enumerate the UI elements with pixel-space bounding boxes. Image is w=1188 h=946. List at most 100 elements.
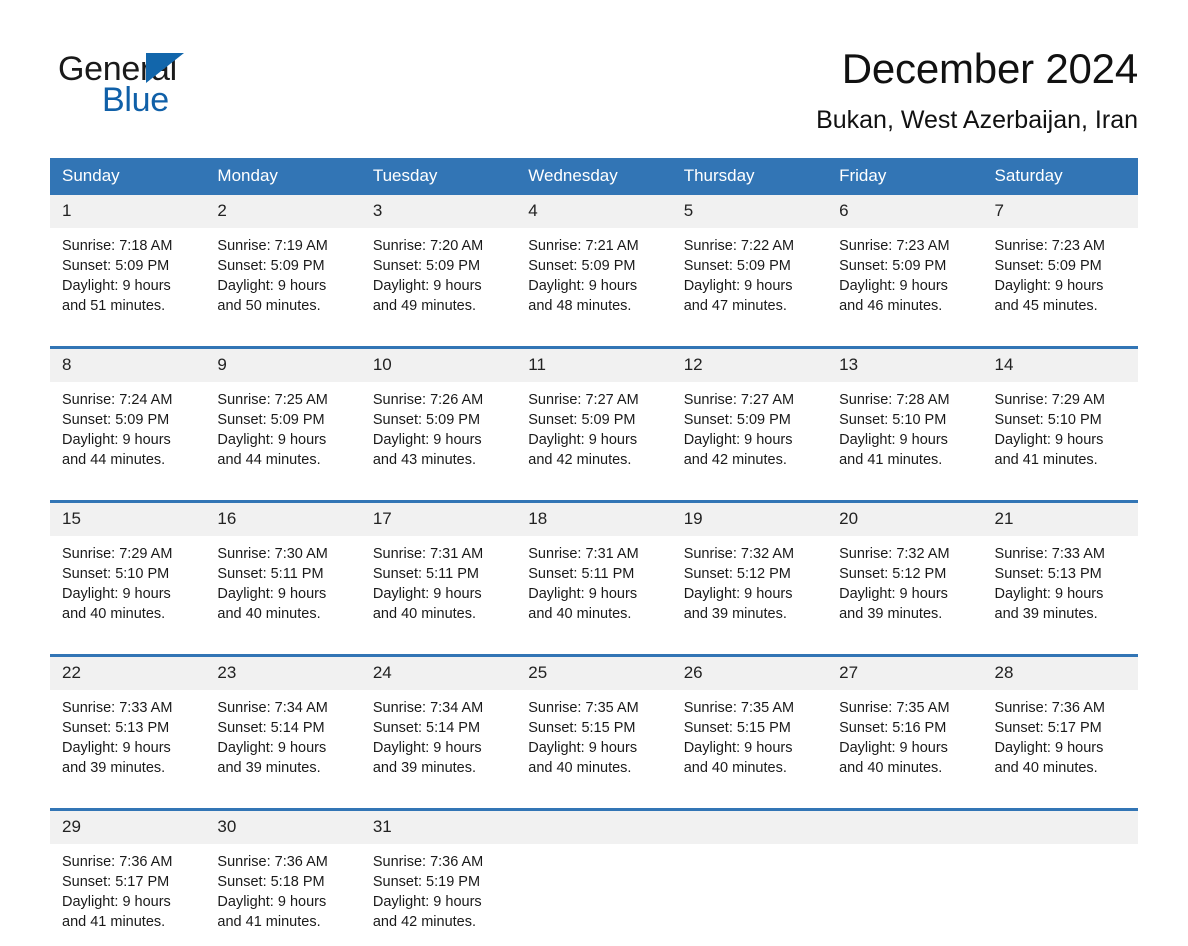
location-subtitle: Bukan, West Azerbaijan, Iran [816,104,1138,136]
calendar-day-cell[interactable]: 15Sunrise: 7:29 AMSunset: 5:10 PMDayligh… [50,502,205,639]
day-number: 4 [516,195,671,228]
calendar-day-cell[interactable]: 20Sunrise: 7:32 AMSunset: 5:12 PMDayligh… [827,502,982,639]
sunrise-text: Sunrise: 7:25 AM [217,390,350,410]
calendar-day-cell[interactable]: 21Sunrise: 7:33 AMSunset: 5:13 PMDayligh… [983,502,1138,639]
calendar-day-cell[interactable]: 24Sunrise: 7:34 AMSunset: 5:14 PMDayligh… [361,656,516,793]
day-number: 8 [50,349,205,382]
sunrise-text: Sunrise: 7:35 AM [839,698,972,718]
sunrise-text: Sunrise: 7:36 AM [217,852,350,872]
day-details: Sunrise: 7:32 AMSunset: 5:12 PMDaylight:… [672,536,827,638]
calendar-day-cell[interactable]: 17Sunrise: 7:31 AMSunset: 5:11 PMDayligh… [361,502,516,639]
sunset-text: Sunset: 5:09 PM [373,256,506,276]
day-details: Sunrise: 7:30 AMSunset: 5:11 PMDaylight:… [205,536,360,638]
general-blue-logo[interactable]: General Blue [58,44,208,116]
sunset-text: Sunset: 5:09 PM [684,256,817,276]
weekday-header-wednesday: Wednesday [516,158,671,195]
week-spacer [50,638,1138,656]
day-details: Sunrise: 7:36 AMSunset: 5:17 PMDaylight:… [50,844,205,946]
day-number: 31 [361,811,516,844]
daylight-text-line1: Daylight: 9 hours [373,430,506,450]
sunset-text: Sunset: 5:18 PM [217,872,350,892]
day-details: Sunrise: 7:36 AMSunset: 5:17 PMDaylight:… [983,690,1138,792]
calendar-day-cell[interactable]: 3Sunrise: 7:20 AMSunset: 5:09 PMDaylight… [361,195,516,330]
title-block: December 2024 Bukan, West Azerbaijan, Ir… [816,44,1138,136]
sunset-text: Sunset: 5:09 PM [995,256,1128,276]
daylight-text-line1: Daylight: 9 hours [217,738,350,758]
day-details: Sunrise: 7:32 AMSunset: 5:12 PMDaylight:… [827,536,982,638]
calendar-day-cell[interactable]: 11Sunrise: 7:27 AMSunset: 5:09 PMDayligh… [516,348,671,485]
calendar-day-cell[interactable]: 31Sunrise: 7:36 AMSunset: 5:19 PMDayligh… [361,810,516,946]
calendar-day-cell[interactable]: 4Sunrise: 7:21 AMSunset: 5:09 PMDaylight… [516,195,671,330]
daylight-text-line1: Daylight: 9 hours [217,584,350,604]
daylight-text-line2: and 41 minutes. [62,912,195,932]
day-details: Sunrise: 7:33 AMSunset: 5:13 PMDaylight:… [50,690,205,792]
calendar-day-cell[interactable]: 9Sunrise: 7:25 AMSunset: 5:09 PMDaylight… [205,348,360,485]
daylight-text-line2: and 50 minutes. [217,296,350,316]
sunset-text: Sunset: 5:09 PM [62,410,195,430]
calendar-day-cell[interactable]: 19Sunrise: 7:32 AMSunset: 5:12 PMDayligh… [672,502,827,639]
daylight-text-line1: Daylight: 9 hours [995,584,1128,604]
day-number: 10 [361,349,516,382]
sunrise-text: Sunrise: 7:29 AM [62,544,195,564]
daylight-text-line1: Daylight: 9 hours [373,276,506,296]
day-number [672,811,827,844]
day-details: Sunrise: 7:34 AMSunset: 5:14 PMDaylight:… [361,690,516,792]
sunrise-text: Sunrise: 7:29 AM [995,390,1128,410]
daylight-text-line2: and 42 minutes. [373,912,506,932]
week-spacer [50,792,1138,810]
calendar-day-cell[interactable]: 16Sunrise: 7:30 AMSunset: 5:11 PMDayligh… [205,502,360,639]
calendar-day-cell[interactable]: 18Sunrise: 7:31 AMSunset: 5:11 PMDayligh… [516,502,671,639]
calendar-day-cell[interactable]: 8Sunrise: 7:24 AMSunset: 5:09 PMDaylight… [50,348,205,485]
sunrise-text: Sunrise: 7:23 AM [995,236,1128,256]
calendar-week-row: 29Sunrise: 7:36 AMSunset: 5:17 PMDayligh… [50,810,1138,946]
day-number: 12 [672,349,827,382]
sunrise-text: Sunrise: 7:33 AM [62,698,195,718]
daylight-text-line2: and 49 minutes. [373,296,506,316]
day-details: Sunrise: 7:36 AMSunset: 5:19 PMDaylight:… [361,844,516,946]
sunrise-text: Sunrise: 7:34 AM [373,698,506,718]
sunrise-text: Sunrise: 7:23 AM [839,236,972,256]
daylight-text-line2: and 44 minutes. [217,450,350,470]
sunset-text: Sunset: 5:09 PM [373,410,506,430]
daylight-text-line1: Daylight: 9 hours [684,430,817,450]
daylight-text-line2: and 40 minutes. [839,758,972,778]
sunrise-text: Sunrise: 7:28 AM [839,390,972,410]
sunrise-text: Sunrise: 7:31 AM [528,544,661,564]
day-details: Sunrise: 7:35 AMSunset: 5:15 PMDaylight:… [672,690,827,792]
day-number: 22 [50,657,205,690]
daylight-text-line2: and 41 minutes. [839,450,972,470]
daylight-text-line2: and 39 minutes. [62,758,195,778]
daylight-text-line1: Daylight: 9 hours [684,276,817,296]
sunrise-text: Sunrise: 7:32 AM [839,544,972,564]
daylight-text-line1: Daylight: 9 hours [528,276,661,296]
calendar-day-cell[interactable]: 28Sunrise: 7:36 AMSunset: 5:17 PMDayligh… [983,656,1138,793]
sunset-text: Sunset: 5:19 PM [373,872,506,892]
calendar-day-cell[interactable]: 7Sunrise: 7:23 AMSunset: 5:09 PMDaylight… [983,195,1138,330]
calendar-day-cell[interactable]: 10Sunrise: 7:26 AMSunset: 5:09 PMDayligh… [361,348,516,485]
weekday-header-row: Sunday Monday Tuesday Wednesday Thursday… [50,158,1138,195]
calendar-week-row: 1Sunrise: 7:18 AMSunset: 5:09 PMDaylight… [50,195,1138,330]
day-details: Sunrise: 7:26 AMSunset: 5:09 PMDaylight:… [361,382,516,484]
weekday-header-friday: Friday [827,158,982,195]
calendar-day-cell[interactable]: 30Sunrise: 7:36 AMSunset: 5:18 PMDayligh… [205,810,360,946]
calendar-day-cell[interactable]: 12Sunrise: 7:27 AMSunset: 5:09 PMDayligh… [672,348,827,485]
calendar-day-cell[interactable]: 25Sunrise: 7:35 AMSunset: 5:15 PMDayligh… [516,656,671,793]
day-details: Sunrise: 7:31 AMSunset: 5:11 PMDaylight:… [361,536,516,638]
calendar-day-cell[interactable]: 29Sunrise: 7:36 AMSunset: 5:17 PMDayligh… [50,810,205,946]
calendar-day-cell[interactable]: 14Sunrise: 7:29 AMSunset: 5:10 PMDayligh… [983,348,1138,485]
calendar-day-cell[interactable]: 26Sunrise: 7:35 AMSunset: 5:15 PMDayligh… [672,656,827,793]
calendar-day-cell[interactable]: 1Sunrise: 7:18 AMSunset: 5:09 PMDaylight… [50,195,205,330]
calendar-day-cell[interactable]: 22Sunrise: 7:33 AMSunset: 5:13 PMDayligh… [50,656,205,793]
calendar-day-cell[interactable]: 13Sunrise: 7:28 AMSunset: 5:10 PMDayligh… [827,348,982,485]
day-number [827,811,982,844]
calendar-day-cell[interactable]: 23Sunrise: 7:34 AMSunset: 5:14 PMDayligh… [205,656,360,793]
daylight-text-line1: Daylight: 9 hours [62,584,195,604]
calendar-day-cell[interactable]: 27Sunrise: 7:35 AMSunset: 5:16 PMDayligh… [827,656,982,793]
sunrise-text: Sunrise: 7:27 AM [684,390,817,410]
calendar-page: General Blue December 2024 Bukan, West A… [0,0,1188,918]
calendar-day-cell[interactable]: 2Sunrise: 7:19 AMSunset: 5:09 PMDaylight… [205,195,360,330]
calendar-day-cell[interactable]: 6Sunrise: 7:23 AMSunset: 5:09 PMDaylight… [827,195,982,330]
daylight-text-line2: and 40 minutes. [373,604,506,624]
calendar-day-cell[interactable]: 5Sunrise: 7:22 AMSunset: 5:09 PMDaylight… [672,195,827,330]
sunrise-text: Sunrise: 7:36 AM [373,852,506,872]
